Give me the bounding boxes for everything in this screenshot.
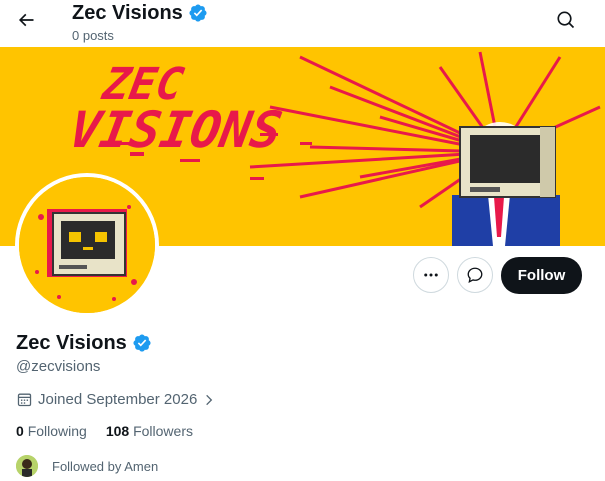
followers-link[interactable]: 108 Followers bbox=[106, 423, 193, 439]
banner-text: ZEC VISIONS bbox=[65, 59, 286, 159]
follow-button[interactable]: Follow bbox=[501, 257, 582, 294]
followed-by-text: Followed by Amen bbox=[52, 458, 159, 474]
message-bubble-icon bbox=[467, 267, 483, 283]
verified-badge-icon bbox=[189, 4, 207, 22]
following-label: Following bbox=[27, 423, 87, 439]
profile-handle: @zecvisions bbox=[16, 358, 101, 375]
following-count: 0 bbox=[16, 423, 24, 439]
followed-by[interactable]: Followed by Amen bbox=[16, 455, 158, 477]
verified-badge-icon[interactable] bbox=[132, 333, 152, 353]
search-icon bbox=[557, 11, 575, 29]
more-options-button[interactable] bbox=[413, 257, 449, 293]
profile-avatar[interactable] bbox=[15, 173, 159, 317]
profile-name: Zec Visions bbox=[16, 331, 152, 355]
computer-head-figure bbox=[452, 126, 560, 246]
more-dots-icon bbox=[424, 273, 438, 277]
header-title-block: Zec Visions 0 posts bbox=[72, 1, 208, 43]
follow-stats: 0 Following 108 Followers bbox=[16, 423, 193, 439]
joined-text: Joined September 2026 bbox=[38, 391, 198, 408]
message-button[interactable] bbox=[457, 257, 493, 293]
calendar-icon bbox=[17, 393, 32, 407]
back-button[interactable] bbox=[10, 4, 42, 36]
search-button[interactable] bbox=[551, 5, 581, 35]
following-link[interactable]: 0 Following bbox=[16, 423, 87, 439]
top-bar: Zec Visions 0 posts bbox=[0, 0, 605, 47]
posts-count: 0 posts bbox=[72, 28, 114, 43]
chevron-right-icon bbox=[206, 394, 213, 405]
followers-label: Followers bbox=[133, 423, 193, 439]
followers-count: 108 bbox=[105, 423, 130, 439]
profile-name-text: Zec Visions bbox=[16, 332, 127, 354]
header-title: Zec Visions bbox=[72, 1, 208, 25]
banner-text-line2: VISIONS bbox=[65, 100, 286, 159]
follower-avatar bbox=[16, 455, 38, 477]
joined-date[interactable]: Joined September 2026 bbox=[16, 391, 216, 408]
header-title-text: Zec Visions bbox=[72, 2, 183, 24]
arrow-left-icon bbox=[18, 13, 34, 27]
avatar-image bbox=[19, 177, 155, 313]
